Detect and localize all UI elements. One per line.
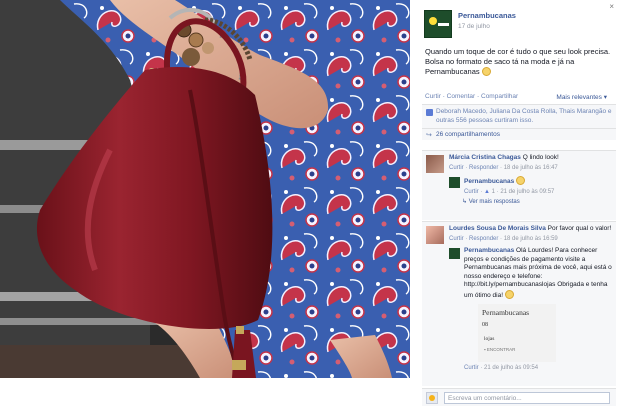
comment-link[interactable]: Comentar: [447, 93, 476, 100]
preview-find-text: ▪ ENCONTRAR: [484, 347, 516, 352]
close-icon[interactable]: ×: [609, 2, 614, 11]
reply-author-name[interactable]: Pernambucanas: [464, 247, 514, 254]
sort-relevance-dropdown[interactable]: Mais relevantes ▾: [556, 93, 607, 101]
comment-meta: Curtir · Responder · 18 de julho às 16:4…: [449, 164, 558, 171]
comment-text: Por favor qual o valor!: [547, 225, 612, 232]
post-header: Pernambucanas 17 de julho: [424, 10, 516, 38]
commenter-avatar[interactable]: [426, 155, 444, 173]
commenter-avatar[interactable]: [426, 226, 444, 244]
reply-meta: Curtir · ▲ 1 · 21 de julho às 09:57: [464, 188, 555, 195]
comment-composer: [422, 388, 616, 406]
share-link[interactable]: Compartilhar: [481, 93, 518, 100]
commenter-name[interactable]: Márcia Cristina Chagas: [449, 154, 521, 161]
post-meta: Pernambucanas 17 de julho: [458, 11, 516, 38]
post-action-row: Curtir · Comentar · Compartilhar Mais re…: [425, 93, 615, 101]
commenter-name[interactable]: Lourdes Sousa De Morais Silva: [449, 225, 546, 232]
reply-like-thumb-icon: ▲: [484, 188, 490, 195]
comment-like-link[interactable]: Curtir: [449, 165, 464, 171]
reactions-summary: Deborah Macedo, Juliana Da Costa Rolla, …: [422, 104, 616, 140]
shares-text: 26 compartilhamentos: [436, 131, 500, 138]
reply-item: Pernambucanas Curtir · ▲ 1 · 21 de julho…: [449, 175, 616, 196]
reply-like-link[interactable]: Curtir: [464, 189, 479, 195]
view-more-replies-link[interactable]: ↳ Ver mais respostas: [462, 198, 616, 205]
reply-meta: Curtir · 21 de julho às 09:54: [464, 365, 539, 371]
smile-emoji-icon: [504, 289, 514, 299]
post-sidebar: × Pernambucanas 17 de julho Quando um to…: [418, 0, 620, 411]
comment-reply-link[interactable]: Responder: [469, 236, 498, 242]
reply-time[interactable]: 21 de julho às 09:54: [484, 365, 538, 371]
reply-item: Pernambucanas Olá Lourdes! Para conhecer…: [449, 246, 616, 300]
page-avatar[interactable]: [424, 10, 452, 38]
likes-summary[interactable]: Deborah Macedo, Juliana Da Costa Rolla, …: [422, 105, 616, 128]
reply-body: Pernambucanas Olá Lourdes! Para conhecer…: [464, 246, 616, 300]
preview-brand-text: Pernambucanas: [482, 308, 530, 317]
reply-body: Pernambucanas Curtir · ▲ 1 · 21 de julho…: [464, 175, 616, 196]
post-date[interactable]: 17 de julho: [458, 23, 516, 30]
reply-page-avatar[interactable]: [449, 248, 460, 259]
preview-lojas-text: lojas: [484, 336, 495, 342]
page-name-link[interactable]: Pernambucanas: [458, 11, 516, 20]
likes-text: Deborah Macedo, Juliana Da Costa Rolla, …: [436, 108, 612, 124]
like-link[interactable]: Curtir: [425, 93, 441, 100]
photo-illustration: [0, 0, 410, 378]
like-thumb-icon: [426, 109, 433, 116]
comment-input[interactable]: [444, 392, 610, 404]
comment-text: Q lindo look!: [522, 154, 559, 161]
comment-body: Márcia Cristina Chagas Q lindo look! Cur…: [449, 151, 616, 172]
smile-emoji-icon: [481, 67, 491, 76]
comment-like-link[interactable]: Curtir: [449, 236, 464, 242]
post-photo[interactable]: [0, 0, 410, 378]
current-user-avatar: [426, 392, 438, 404]
comment-time[interactable]: 18 de julho às 16:47: [504, 165, 558, 171]
comment-reply-link[interactable]: Responder: [469, 165, 498, 171]
shares-summary[interactable]: ↪ 26 compartilhamentos: [422, 128, 616, 140]
post-text-body: Quando um toque de cor é tudo o que seu …: [425, 47, 611, 76]
comment-time[interactable]: 18 de julho às 16:59: [504, 236, 558, 242]
reply-author-name[interactable]: Pernambucanas: [464, 178, 514, 185]
reply-like-link[interactable]: Curtir: [464, 365, 479, 371]
preview-number-text: 08: [482, 322, 488, 328]
link-preview-image[interactable]: Pernambucanas 08 lojas ▪ ENCONTRAR: [478, 304, 556, 362]
reply-like-count[interactable]: 1: [492, 189, 495, 195]
comment-body: Lourdes Sousa De Morais Silva Por favor …: [449, 222, 616, 243]
post-text: Quando um toque de cor é tudo o que seu …: [425, 47, 613, 77]
comment-meta: Curtir · Responder · 18 de julho às 16:5…: [449, 235, 558, 242]
comment-item: Márcia Cristina Chagas Q lindo look! Cur…: [422, 150, 616, 220]
reply-text: Olá Lourdes! Para conhecer preços e cond…: [464, 247, 612, 299]
comment-item: Lourdes Sousa De Morais Silva Por favor …: [422, 221, 616, 386]
reply-page-avatar[interactable]: [449, 177, 460, 188]
reply-time[interactable]: 21 de julho às 09:57: [500, 189, 554, 195]
smile-emoji-icon: [516, 176, 526, 185]
share-arrow-icon: ↪: [426, 132, 432, 139]
